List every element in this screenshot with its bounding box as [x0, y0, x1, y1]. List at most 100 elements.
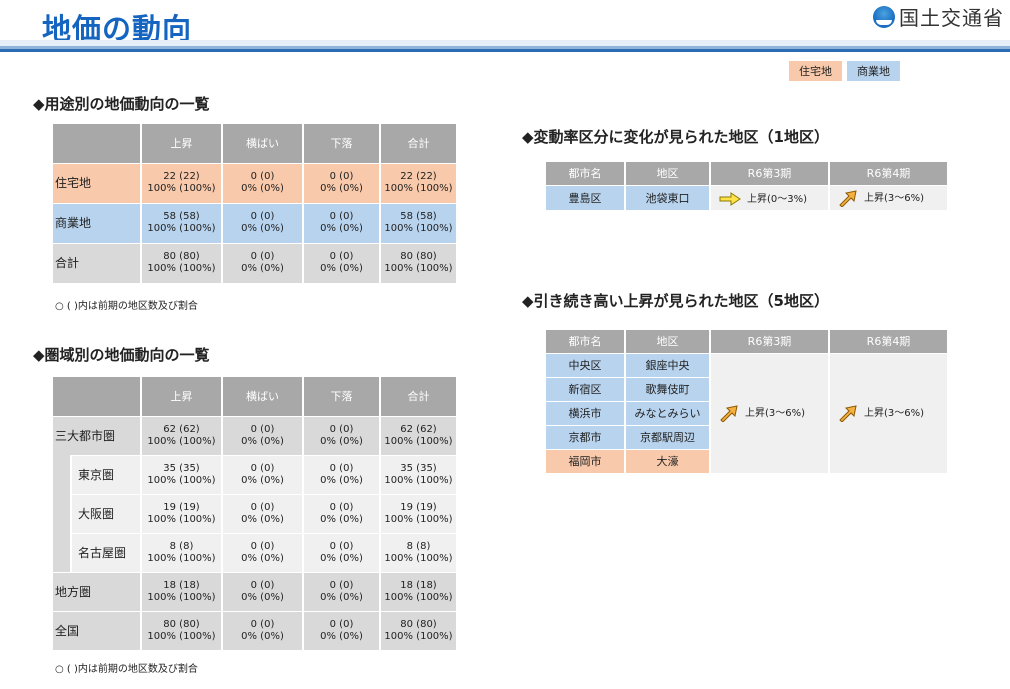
table-cell: 0 (0) 0% (0%)	[303, 415, 381, 455]
area-cell: みなとみらい	[625, 400, 711, 425]
header-cell: 上昇	[141, 124, 223, 163]
table-header-row: 都市名 地区 R6第3期 R6第4期	[546, 162, 949, 185]
row-label: 東京圏	[71, 454, 142, 494]
header-cell: R6第3期	[710, 162, 830, 185]
city-cell: 京都市	[546, 424, 626, 449]
table-cell: 0 (0) 0% (0%)	[222, 202, 304, 243]
legend: 住宅地 商業地	[789, 61, 900, 81]
table-header-row: 上昇 横ばい 下落 合計	[53, 124, 458, 163]
table-cell: 0 (0) 0% (0%)	[222, 532, 304, 572]
ministry-logo: 国土交通省	[873, 2, 1004, 31]
header-cell: 合計	[380, 124, 458, 163]
header-cell	[53, 124, 142, 163]
table-cell: 58 (58) 100% (100%)	[141, 202, 223, 243]
table-cell: 0 (0) 0% (0%)	[303, 242, 381, 283]
table-row: 三大都市圏 62 (62) 100% (100%) 0 (0) 0% (0%) 0 …	[53, 415, 458, 455]
header-cell: R6第3期	[710, 330, 830, 353]
table-cell: 19 (19) 100% (100%)	[380, 493, 458, 533]
region-trend-table: 上昇 横ばい 下落 合計 三大都市圏 62 (62) 100% (100%) 0 …	[53, 377, 458, 650]
table-cell: 0 (0) 0% (0%)	[222, 571, 304, 611]
table-cell: 18 (18) 100% (100%)	[380, 571, 458, 611]
high-section-title: ◆引き続き高い上昇が見られた地区（5地区）	[522, 292, 829, 310]
table-cell: 35 (35) 100% (100%)	[380, 454, 458, 494]
arrow-right-icon	[719, 191, 741, 206]
usage-trend-table: 上昇 横ばい 下落 合計 住宅地 22 (22) 100% (100%) 0 (0…	[53, 124, 458, 283]
header-cell: 下落	[303, 377, 381, 416]
usage-table-note: ○ ( )内は前期の地区数及び割合	[55, 301, 198, 312]
table-row: 豊島区 池袋東口 上昇(0～3%) 上昇(3～6%)	[546, 184, 949, 210]
table-cell: 35 (35) 100% (100%)	[141, 454, 223, 494]
row-label: 大阪圏	[71, 493, 142, 533]
table-cell: 0 (0) 0% (0%)	[222, 415, 304, 455]
row-label: 全国	[53, 610, 142, 650]
change-section-title: ◆変動率区分に変化が見られた地区（1地区）	[522, 128, 829, 146]
header-cell	[53, 377, 142, 416]
table-header-row: 上昇 横ばい 下落 合計	[53, 377, 458, 416]
row-label: 三大都市圏	[53, 415, 142, 455]
trend-label: 上昇(0～3%)	[747, 193, 808, 205]
region-section-title: ◆圏域別の地価動向の一覧	[33, 346, 210, 364]
table-cell: 8 (8) 100% (100%)	[141, 532, 223, 572]
header-cell: 都市名	[546, 330, 626, 353]
usage-section-title: ◆用途別の地価動向の一覧	[33, 95, 210, 113]
arrow-up-right-icon	[839, 405, 857, 423]
table-cell: 8 (8) 100% (100%)	[380, 532, 458, 572]
indent-gutter	[53, 455, 72, 494]
header-cell: 上昇	[141, 377, 223, 416]
trend-label: 上昇(3～6%)	[864, 408, 925, 420]
table-cell: 22 (22) 100% (100%)	[380, 162, 458, 203]
city-cell: 豊島区	[546, 184, 626, 210]
ministry-emblem-icon	[873, 5, 895, 28]
area-cell: 池袋東口	[625, 184, 711, 210]
row-label: 合計	[53, 242, 142, 283]
table-cell: 0 (0) 0% (0%)	[222, 493, 304, 533]
table-header-row: 都市名 地区 R6第3期 R6第4期	[546, 330, 949, 353]
city-cell: 新宿区	[546, 376, 626, 401]
area-cell: 歌舞伎町	[625, 376, 711, 401]
city-cell: 福岡市	[546, 448, 626, 473]
table-cell: 18 (18) 100% (100%)	[141, 571, 223, 611]
city-cell: 中央区	[546, 352, 626, 377]
header-cell: 都市名	[546, 162, 626, 185]
table-row: 名古屋圏 8 (8) 100% (100%) 0 (0) 0% (0%) 0 (0)…	[53, 532, 458, 572]
row-label: 住宅地	[53, 162, 142, 203]
header-cell: R6第4期	[829, 330, 949, 353]
table-row: 全国 80 (80) 100% (100%) 0 (0) 0% (0%) 0 (0)…	[53, 610, 458, 650]
header-divider	[0, 40, 1010, 52]
header-cell: 地区	[625, 162, 711, 185]
table-row: 大阪圏 19 (19) 100% (100%) 0 (0) 0% (0%) 0 (0…	[53, 493, 458, 533]
trend-label: 上昇(3～6%)	[745, 408, 806, 420]
table-row: 地方圏 18 (18) 100% (100%) 0 (0) 0% (0%) 0 (0…	[53, 571, 458, 611]
table-cell: 0 (0) 0% (0%)	[303, 202, 381, 243]
table-cell: 80 (80) 100% (100%)	[141, 242, 223, 283]
table-cell: 0 (0) 0% (0%)	[222, 162, 304, 203]
region-table-note: ○ ( )内は前期の地区数及び割合	[55, 664, 198, 675]
table-cell: 0 (0) 0% (0%)	[303, 162, 381, 203]
row-label: 地方圏	[53, 571, 142, 611]
trend-cell: 上昇(0～3%)	[710, 184, 830, 210]
table-cell: 0 (0) 0% (0%)	[303, 454, 381, 494]
table-cell: 80 (80) 100% (100%)	[380, 610, 458, 650]
table-cell: 22 (22) 100% (100%)	[141, 162, 223, 203]
table-cell: 62 (62) 100% (100%)	[380, 415, 458, 455]
table-row: 中央区 銀座中央 上昇(3～6%) 上昇(3～6%)	[546, 352, 949, 473]
city-cell: 横浜市	[546, 400, 626, 425]
table-cell: 0 (0) 0% (0%)	[303, 532, 381, 572]
header-cell: R6第4期	[829, 162, 949, 185]
indent-gutter	[53, 533, 72, 572]
table-cell: 19 (19) 100% (100%)	[141, 493, 223, 533]
trend-label: 上昇(3～6%)	[864, 192, 925, 204]
area-cell: 銀座中央	[625, 352, 711, 377]
area-cell: 大濠	[625, 448, 711, 473]
header-cell: 合計	[380, 377, 458, 416]
header-cell: 下落	[303, 124, 381, 163]
trend-cell: 上昇(3～6%)	[710, 352, 830, 473]
table-cell: 0 (0) 0% (0%)	[222, 610, 304, 650]
row-label: 商業地	[53, 202, 142, 243]
table-cell: 0 (0) 0% (0%)	[303, 493, 381, 533]
table-cell: 0 (0) 0% (0%)	[222, 454, 304, 494]
table-cell: 62 (62) 100% (100%)	[141, 415, 223, 455]
arrow-up-right-icon	[720, 405, 738, 423]
high-rise-district-table: 都市名 地区 R6第3期 R6第4期 中央区 銀座中央 上昇(3～6%) 上昇(…	[546, 330, 949, 473]
legend-commercial: 商業地	[847, 61, 900, 81]
